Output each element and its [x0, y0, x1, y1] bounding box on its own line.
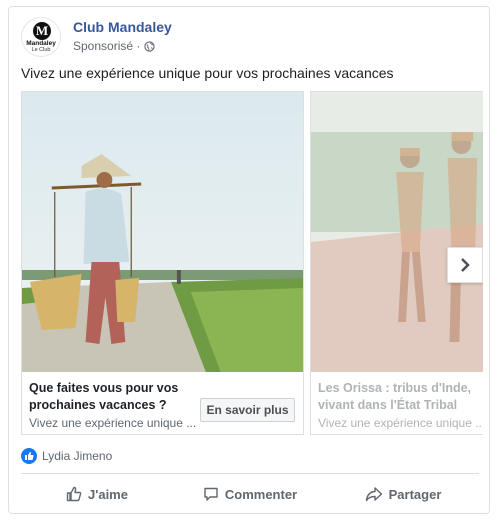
comment-icon	[204, 487, 218, 501]
carousel-next-button[interactable]	[447, 247, 483, 283]
liker-name[interactable]: Lydia Jimeno	[42, 449, 112, 463]
sponsored-post-card: M Mandaley Le Club Club Mandaley Sponsor…	[8, 6, 490, 514]
reactions-summary[interactable]: Lydia Jimeno	[21, 447, 112, 465]
share-icon	[365, 487, 382, 502]
slide-description: Vivez une expérience unique ...	[318, 416, 483, 430]
slide-title[interactable]: Les Orissa : tribus d'Inde, vivant dans …	[318, 380, 483, 414]
like-reaction-icon	[21, 448, 37, 464]
post-actions: J'aime Commenter Partager	[21, 481, 479, 507]
comment-label: Commenter	[224, 486, 298, 502]
tribal-people-image[interactable]	[311, 92, 483, 372]
globe-icon[interactable]	[144, 40, 156, 52]
share-button[interactable]: Partager	[327, 481, 479, 507]
sponsored-line: Sponsorisé ·	[73, 39, 156, 53]
logo-brand-text: Mandaley	[26, 40, 56, 47]
like-button[interactable]: J'aime	[21, 481, 173, 507]
page-avatar[interactable]: M Mandaley Le Club	[21, 17, 61, 57]
page-name-link[interactable]: Club Mandaley	[73, 19, 172, 35]
logo-sub-text: Le Club	[31, 47, 51, 53]
slide-title[interactable]: Que faites vous pour vos prochaines vaca…	[29, 380, 197, 414]
like-label: J'aime	[88, 486, 128, 502]
slide-info: Les Orissa : tribus d'Inde, vivant dans …	[311, 372, 483, 434]
comment-button[interactable]: Commenter	[174, 481, 326, 507]
divider	[21, 473, 479, 474]
thumbs-up-icon	[66, 486, 82, 502]
post-header: M Mandaley Le Club Club Mandaley Sponsor…	[21, 17, 461, 57]
chevron-right-icon	[461, 258, 470, 272]
sponsored-label: Sponsorisé ·	[73, 39, 141, 53]
post-text: Vivez une expérience unique pour vos pro…	[21, 65, 394, 81]
ad-carousel: Que faites vous pour vos prochaines vaca…	[21, 91, 483, 437]
carousel-slide[interactable]: Que faites vous pour vos prochaines vaca…	[21, 91, 304, 435]
rice-field-farmer-image[interactable]	[22, 92, 303, 372]
learn-more-button[interactable]: En savoir plus	[200, 398, 295, 422]
slide-info: Que faites vous pour vos prochaines vaca…	[22, 372, 303, 434]
share-label: Partager	[388, 486, 442, 502]
slide-description: Vivez une expérience unique ...	[29, 416, 197, 430]
mandaley-logo-icon: M	[33, 22, 51, 40]
